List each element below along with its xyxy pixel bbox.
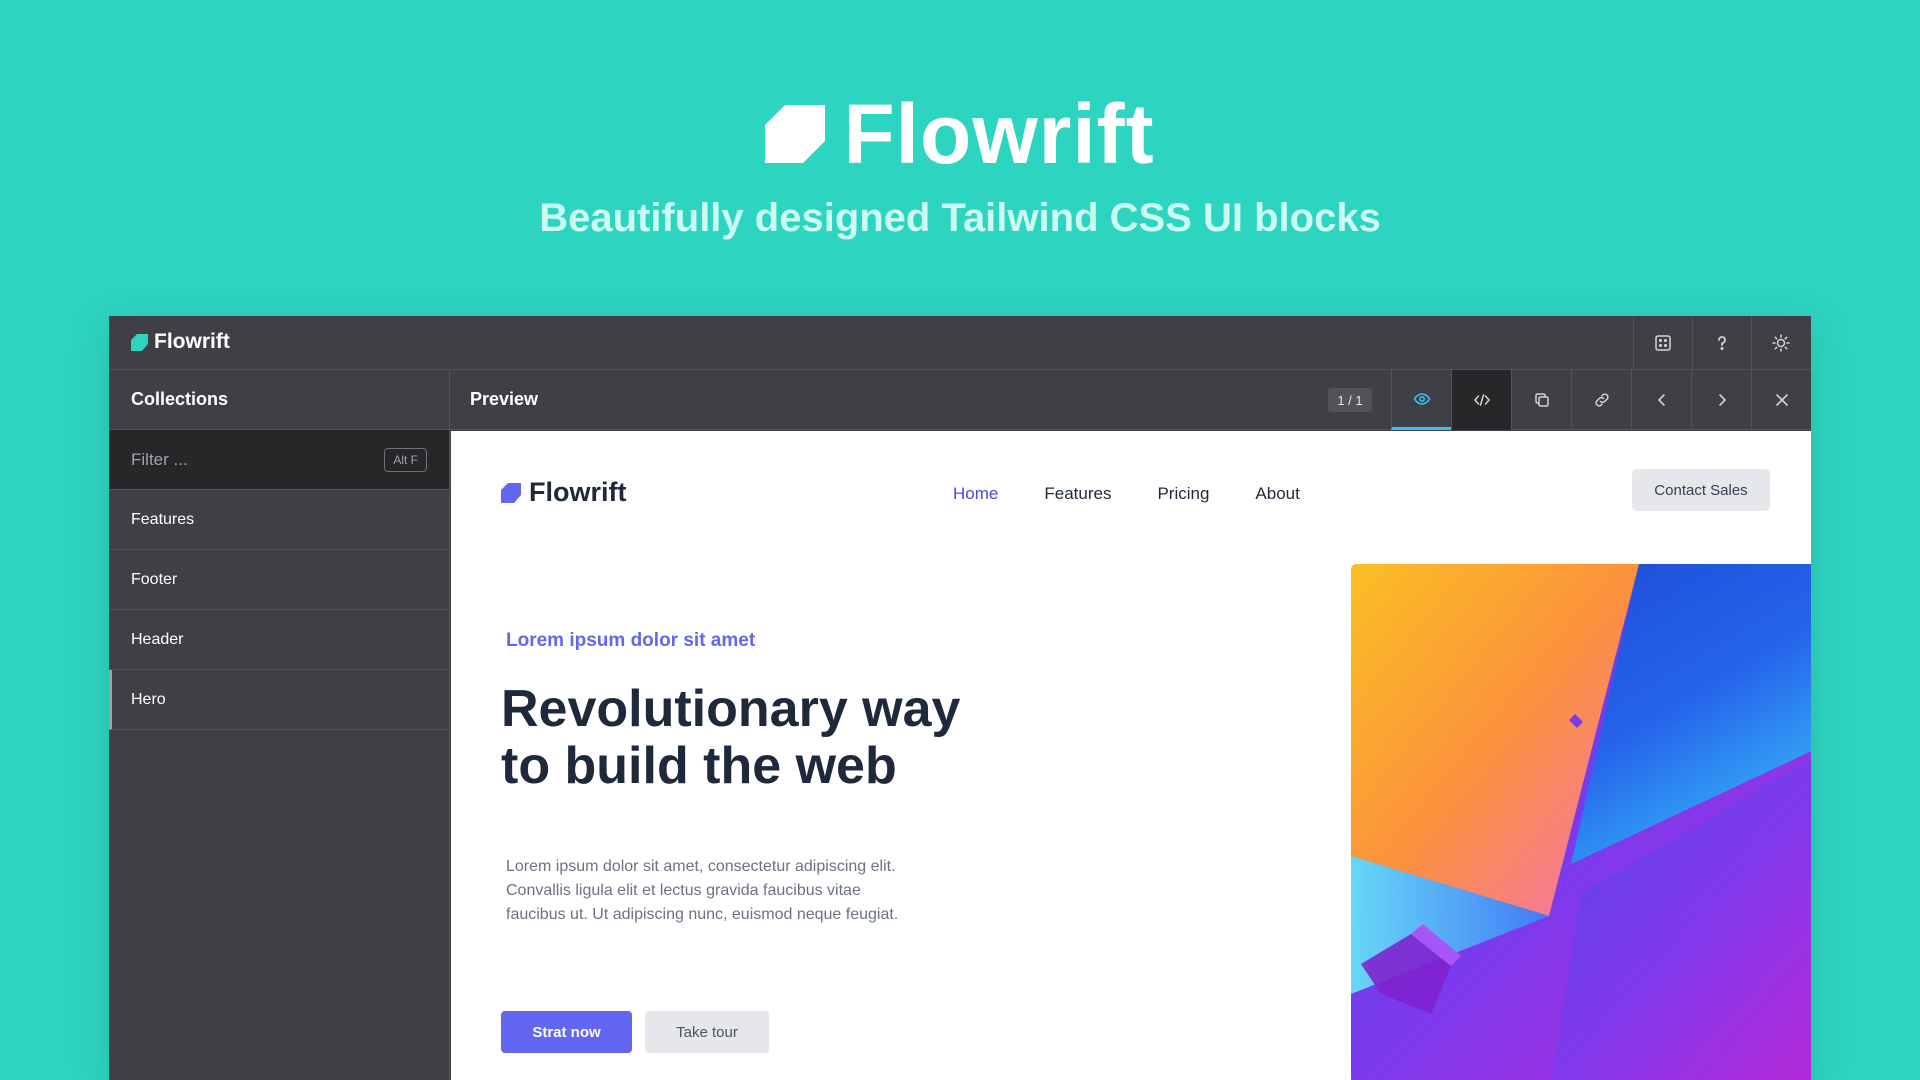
sidebar-item-footer[interactable]: Footer (109, 550, 449, 610)
previous-button[interactable] (1631, 370, 1691, 430)
nav-link-about[interactable]: About (1255, 484, 1299, 504)
hero-abstract-image (1351, 564, 1811, 1080)
flowrift-logo-icon (501, 482, 521, 503)
hero-headline: Revolutionary way to build the web (501, 681, 1021, 795)
app-brand[interactable]: Flowrift (131, 330, 230, 354)
site-logo-text: Flowrift (529, 477, 627, 507)
copy-icon (1534, 393, 1549, 407)
hero-headline-line-1: Revolutionary way (501, 680, 961, 738)
filter-shortcut-badge: Alt F (384, 447, 427, 472)
take-tour-button[interactable]: Take tour (645, 1011, 769, 1053)
next-button[interactable] (1691, 370, 1751, 430)
app-window: Flowrift Collections Alt F (109, 316, 1811, 1080)
site-logo[interactable]: Flowrift (501, 477, 626, 508)
promo-brand: Flowrift (0, 92, 1920, 176)
contact-sales-button[interactable]: Contact Sales (1632, 469, 1770, 511)
site-nav: Home Features Pricing About (953, 484, 1300, 504)
app-brand-name: Flowrift (154, 330, 230, 353)
hero-eyebrow: Lorem ipsum dolor sit amet (506, 630, 756, 651)
app-topbar: Flowrift (109, 316, 1811, 370)
grid-button[interactable] (1633, 316, 1692, 370)
collections-sidebar: Collections Alt F Features Footer Header… (109, 370, 450, 1080)
promo-tagline: Beautifully designed Tailwind CSS UI blo… (539, 196, 1381, 240)
help-button[interactable] (1692, 316, 1751, 370)
code-icon (1473, 394, 1490, 406)
sun-icon (1772, 334, 1790, 352)
page-counter: 1 / 1 (1328, 388, 1372, 412)
hero-headline-line-2: to build the web (501, 737, 897, 795)
code-view-button[interactable] (1451, 370, 1511, 430)
link-button[interactable] (1571, 370, 1631, 430)
flowrift-logo-icon (131, 333, 148, 351)
nav-link-features[interactable]: Features (1044, 484, 1111, 504)
promo-brand-name: Flowrift (843, 87, 1155, 181)
sidebar-item-features[interactable]: Features (109, 490, 449, 550)
eye-icon (1413, 392, 1430, 405)
start-now-button[interactable]: Strat now (501, 1011, 632, 1053)
preview-title: Preview (470, 389, 539, 409)
nav-link-pricing[interactable]: Pricing (1157, 484, 1209, 504)
hero-body-text: Lorem ipsum dolor sit amet, consectetur … (506, 858, 899, 923)
link-icon (1594, 393, 1609, 407)
chevron-left-icon (1657, 394, 1665, 406)
preview-canvas: Flowrift Home Features Pricing About Con… (451, 431, 1811, 1080)
theme-toggle-button[interactable] (1751, 316, 1810, 370)
close-preview-button[interactable] (1751, 370, 1811, 430)
filter-row: Alt F (109, 430, 449, 490)
sidebar-item-hero[interactable]: Hero (109, 670, 449, 730)
sidebar-title: Collections (109, 370, 449, 430)
preview-view-button[interactable] (1391, 370, 1451, 430)
close-icon (1775, 394, 1788, 406)
help-icon (1718, 336, 1726, 350)
filter-input[interactable] (131, 449, 351, 470)
copy-button[interactable] (1511, 370, 1571, 430)
nav-link-home[interactable]: Home (953, 484, 998, 504)
flowrift-logo-icon (765, 105, 826, 163)
promo-header: Flowrift Beautifully designed Tailwind C… (0, 0, 1920, 300)
grid-icon (1655, 335, 1671, 351)
chevron-right-icon (1718, 394, 1726, 406)
sidebar-item-header[interactable]: Header (109, 610, 449, 670)
preview-toolbar: Preview 1 / 1 (450, 370, 1811, 430)
